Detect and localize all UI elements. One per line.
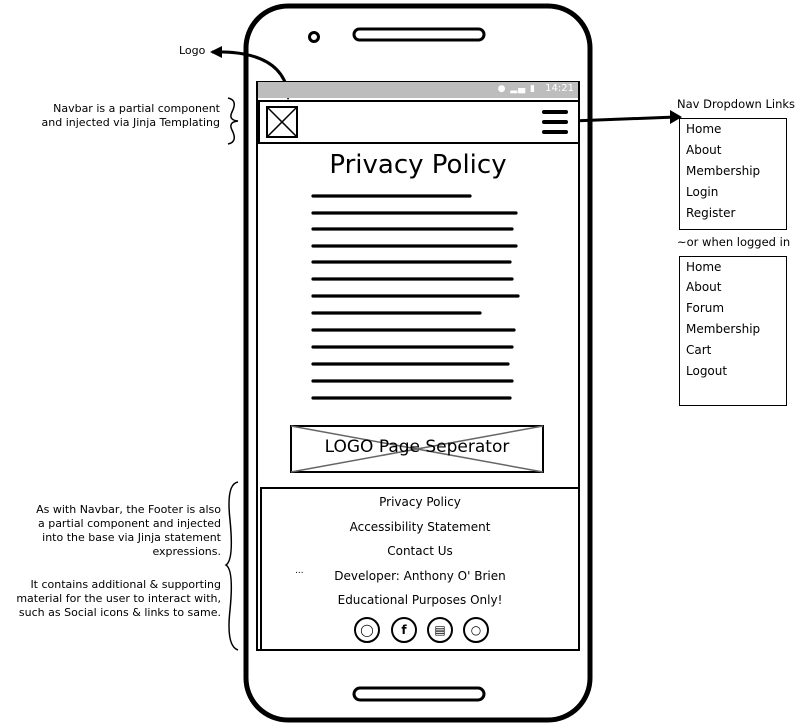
dropdown-item-logout[interactable]: Logout bbox=[686, 364, 727, 378]
footer-annotation-2-line-2: material for the user to interact with, bbox=[16, 592, 221, 605]
instagram-icon[interactable]: ◯ bbox=[354, 617, 380, 643]
dropdown-item-home[interactable]: Home bbox=[686, 122, 721, 136]
dropdown-item-membership[interactable]: Membership bbox=[686, 322, 760, 336]
dropdown-item-login[interactable]: Login bbox=[686, 185, 718, 199]
github-icon[interactable]: ○ bbox=[463, 617, 489, 643]
speaker-grille bbox=[352, 27, 486, 42]
dropdown-item-forum[interactable]: Forum bbox=[686, 301, 724, 315]
footer-annotation-1-line-1: As with Navbar, the Footer is also bbox=[36, 503, 221, 516]
navbar-annotation: Navbar is a partial component and inject… bbox=[20, 102, 220, 130]
navbar-annotation-line-1: Navbar is a partial component bbox=[53, 102, 220, 115]
footer-developer-credit: Developer: Anthony O' Brien bbox=[334, 569, 506, 583]
status-bar: ● ▂▄ ▮ 14:21 bbox=[258, 82, 578, 98]
separator-label: LOGO Page Seperator bbox=[324, 437, 510, 457]
dropdown-logged-out: Home About Membership Login Register bbox=[679, 118, 787, 230]
footer-educational-note: Educational Purposes Only! bbox=[337, 593, 503, 607]
footer-annotation-1: As with Navbar, the Footer is also a par… bbox=[0, 503, 221, 559]
footer-link-contact[interactable]: Contact Us bbox=[262, 544, 578, 558]
footer-annotation-2: It contains additional & supporting mate… bbox=[0, 578, 221, 620]
footer-annotation-1-line-3: into the base via Jinja statement bbox=[42, 531, 221, 544]
facebook-icon[interactable]: f bbox=[391, 617, 417, 643]
hamburger-menu-icon[interactable] bbox=[542, 110, 568, 134]
logo-page-separator: LOGO Page Seperator bbox=[290, 425, 544, 473]
footer: Privacy Policy Accessibility Statement C… bbox=[260, 487, 580, 651]
home-button bbox=[352, 686, 486, 702]
dropdown-item-membership[interactable]: Membership bbox=[686, 164, 760, 178]
battery-icon: ▮ bbox=[530, 84, 536, 94]
logo-arrow-head-left bbox=[210, 46, 222, 58]
dropdown-item-cart[interactable]: Cart bbox=[686, 343, 711, 357]
dropdown-item-home[interactable]: Home bbox=[686, 260, 721, 274]
footer-annotation-2-line-1: It contains additional & supporting bbox=[30, 578, 221, 591]
nav-dropdown-annotation: Nav Dropdown Links bbox=[677, 97, 796, 111]
signal-icon: ▂▄ bbox=[510, 84, 527, 94]
dropdown-item-about[interactable]: About bbox=[686, 280, 721, 294]
footer-annotation-1-line-4: expressions. bbox=[152, 545, 221, 558]
ellipsis-mark: ... bbox=[295, 566, 304, 576]
footer-link-accessibility[interactable]: Accessibility Statement bbox=[262, 520, 578, 534]
map-icon[interactable]: ▤ bbox=[427, 617, 453, 643]
navbar-annotation-line-2: and injected via Jinja Templating bbox=[41, 116, 220, 129]
footer-link-privacy-policy[interactable]: Privacy Policy bbox=[262, 495, 578, 509]
logo-annotation: Logo bbox=[179, 44, 206, 57]
footer-brace bbox=[224, 481, 239, 651]
dropdown-item-about[interactable]: About bbox=[686, 143, 721, 157]
navbar bbox=[258, 100, 580, 144]
logo-placeholder[interactable] bbox=[266, 106, 298, 138]
dropdown-item-register[interactable]: Register bbox=[686, 206, 735, 220]
footer-annotation-1-line-2: a partial component and injected bbox=[37, 517, 221, 530]
page-title: Privacy Policy bbox=[329, 150, 507, 180]
footer-annotation-2-line-3: such as Social icons & links to same. bbox=[18, 606, 221, 619]
phone-screen: ● ▂▄ ▮ 14:21 Privacy Policy LOGO Page Se… bbox=[258, 82, 580, 651]
wifi-icon: ● bbox=[497, 84, 507, 94]
navbar-brace bbox=[227, 97, 239, 145]
camera-icon bbox=[308, 31, 320, 43]
status-icons: ● ▂▄ ▮ bbox=[498, 84, 536, 94]
logged-in-annotation: ~or when logged in bbox=[677, 235, 791, 249]
status-time: 14:21 bbox=[545, 83, 574, 94]
dropdown-logged-in: Home About Forum Membership Cart Logout bbox=[679, 256, 787, 406]
